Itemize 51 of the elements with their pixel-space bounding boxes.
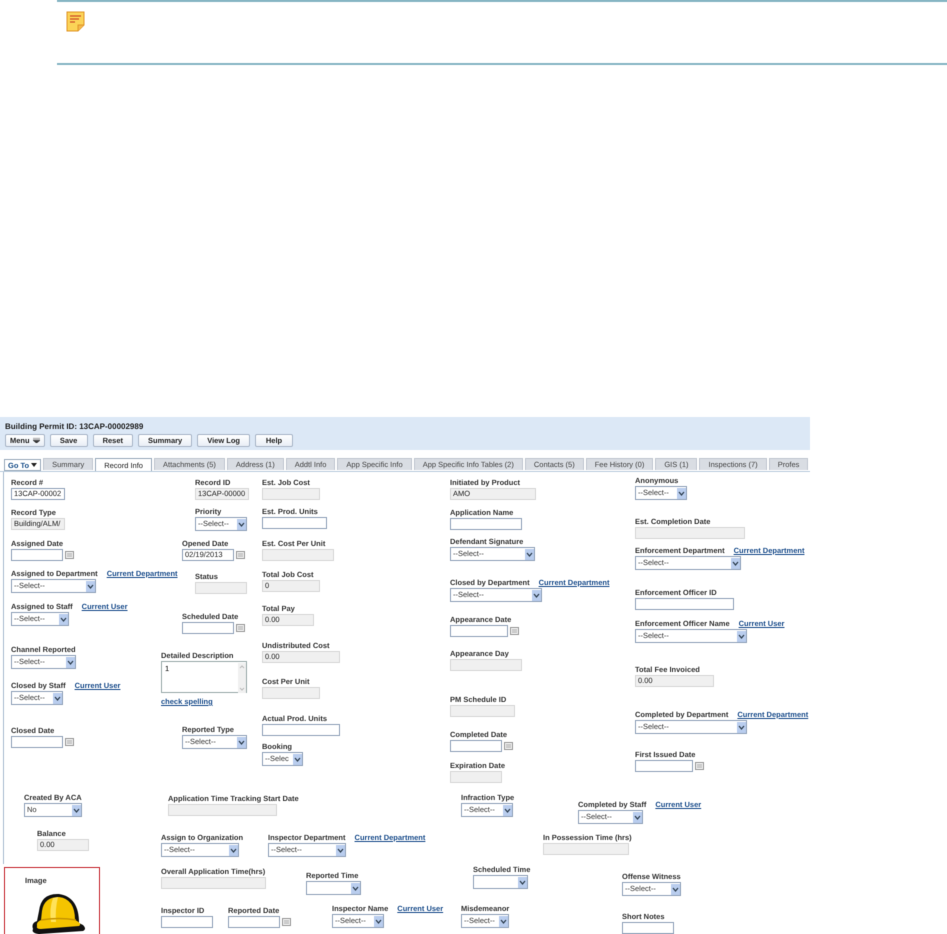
- chevron-icon: [737, 630, 746, 642]
- date-field[interactable]: [635, 760, 693, 772]
- chevron-icon: [86, 580, 95, 592]
- dropdown[interactable]: [473, 875, 528, 889]
- calendar-icon[interactable]: [510, 627, 519, 635]
- calendar-icon[interactable]: [282, 918, 291, 926]
- chevron-icon: [237, 518, 246, 530]
- chevron-icon: [532, 590, 541, 600]
- chevron-icon: [633, 812, 642, 822]
- date-field[interactable]: [11, 736, 63, 748]
- date-field[interactable]: [182, 622, 234, 634]
- chevron-icon: [59, 614, 68, 624]
- chevron-icon: [53, 692, 62, 704]
- chevron-icon: [374, 916, 383, 926]
- chevron-icon: [525, 548, 534, 560]
- input-field[interactable]: [450, 518, 522, 530]
- chevron-icon: [66, 656, 75, 668]
- calendar-icon[interactable]: [236, 551, 245, 559]
- scrollbar-icon: [238, 663, 246, 693]
- input-field[interactable]: [161, 916, 213, 928]
- chevron-icon: [737, 722, 746, 732]
- calendar-icon[interactable]: [695, 762, 704, 770]
- chevron-icon: [292, 754, 302, 764]
- calendar-icon[interactable]: [236, 624, 245, 632]
- chevron-icon: [677, 488, 686, 498]
- chevron-icon: [671, 884, 680, 894]
- date-field[interactable]: [11, 549, 63, 561]
- chevron-icon: [237, 736, 246, 748]
- caret-icon: [31, 463, 38, 467]
- calendar-icon[interactable]: [65, 738, 74, 746]
- input-field[interactable]: [262, 517, 327, 529]
- input-field[interactable]: [262, 724, 340, 736]
- dropdown[interactable]: [306, 881, 361, 895]
- chevron-icon: [72, 804, 81, 816]
- date-field[interactable]: [450, 625, 508, 637]
- calendar-icon[interactable]: [504, 742, 513, 750]
- date-field[interactable]: [228, 916, 280, 928]
- chevron-icon: [503, 804, 512, 816]
- chevron-icon: [498, 916, 508, 926]
- chevron-icon: [336, 844, 345, 856]
- date-field[interactable]: [450, 740, 502, 752]
- chevron-icon: [351, 882, 360, 894]
- caret-icon: [32, 438, 40, 443]
- note-icon: [66, 11, 85, 32]
- chevron-icon: [731, 558, 740, 568]
- chevron-icon: [518, 876, 527, 888]
- record-title: Building Permit ID: 13CAP-00002989: [5, 422, 144, 431]
- input-field[interactable]: [622, 922, 674, 934]
- input-field[interactable]: [635, 598, 734, 610]
- calendar-icon[interactable]: [65, 551, 74, 559]
- chevron-icon: [229, 844, 238, 856]
